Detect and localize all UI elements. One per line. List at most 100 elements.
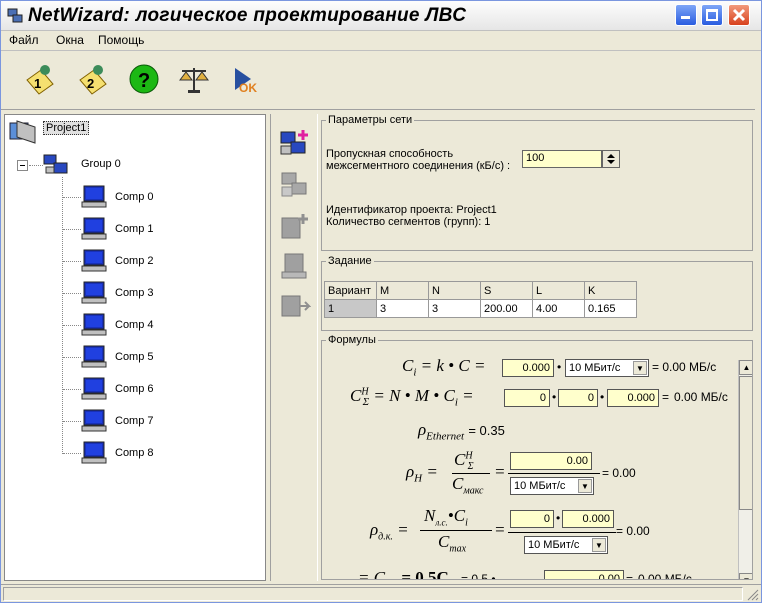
svg-text:1: 1 [34,76,41,91]
app-icon [7,8,23,23]
tree-line-h [63,421,81,422]
rho-n-speed-select[interactable]: 10 МБит/с ▼ [510,477,594,495]
formula-lhs: ρ [418,420,427,439]
table-header-cell: N [428,281,481,300]
tree-project-root[interactable]: Project1 [43,121,90,135]
move-device-button[interactable] [279,290,311,322]
tree-line-h [63,389,81,390]
formula-eq: = [397,520,409,539]
table-cell[interactable]: 3 [376,299,429,318]
bandwidth-spinner[interactable] [602,150,620,168]
ci-result: = 0.00 МБ/с [652,360,717,374]
table-cell[interactable]: 0.165 [584,299,637,318]
formula-sub: i [413,366,417,379]
formula-eq: = 0.35 [468,423,505,438]
add-computer-button[interactable] [279,128,311,160]
formula-den-sub: макс [463,485,484,497]
computer-icon [81,377,107,400]
scroll-down-button[interactable]: ▼ [739,573,752,579]
title-bar: NetWizard: логическое проектирование ЛВС [1,1,761,31]
table-cell[interactable]: 200.00 [480,299,533,318]
formula-num: C [454,450,466,469]
formula-sub: Σ [362,396,370,409]
formula-partial-2: = 0.5C [401,568,449,580]
main-window: NetWizard: логическое проектирование ЛВС… [0,0,762,603]
formula-num-sup: Н [465,450,473,462]
minimize-icon [681,16,690,19]
step-2-button[interactable]: 2 [76,62,110,96]
ci-copy2-input[interactable]: 0.000 [562,510,614,528]
scroll-thumb[interactable] [739,376,752,510]
tree-collapse-toggle[interactable] [17,160,28,171]
formula-den: C [438,532,450,551]
tree-line-h [63,325,81,326]
minus-icon [20,165,25,166]
network-group-button[interactable] [279,170,311,202]
ci-speed-select[interactable]: 10 МБит/с ▼ [565,359,649,377]
formula-eq2: = [494,462,506,481]
balance-scale-icon[interactable] [177,62,211,96]
formula-eq: = k • C = [420,356,486,375]
resize-grip-icon[interactable] [745,587,759,601]
table-cell[interactable]: 1 [324,299,377,318]
tree-group-label[interactable]: Group 0 [81,158,121,170]
chevron-down-icon: ▼ [633,361,647,375]
tree-line-h [63,293,81,294]
formula-rho-ethernet: ρEthernet = 0.35 [418,420,505,442]
table-header-cell: K [584,281,637,300]
formula-sub: д.к. [378,531,393,543]
tree-comp-label: Comp 7 [115,415,154,427]
formula-rho-n: ρН = [406,462,438,484]
bullet-op: • [600,390,605,404]
formula-partial-1: = C [358,568,386,580]
tree-comp-label: Comp 8 [115,447,154,459]
formulas-scrollbar[interactable]: ▲ ▼ [738,360,752,579]
network-params-group: Параметры сети Пропускная способность ме… [321,114,753,251]
table-cell[interactable]: 4.00 [532,299,585,318]
table-row[interactable]: 1 3 3 200.00 4.00 0.165 [324,299,637,318]
formula-sub2: i [454,396,458,409]
rho-n-denominator: Cмакс [452,474,483,496]
minimize-button[interactable] [675,4,697,26]
formula-rho-dk: ρд.к. = [370,520,409,542]
menu-windows[interactable]: Окна [56,33,84,47]
maximize-button[interactable] [701,4,723,26]
formula-ci: Ci = k • C = [402,356,485,378]
formula-num2-sub: i [465,517,468,529]
partial-input[interactable]: 0.00 [544,570,624,579]
rho-dk-result: = 0.00 [616,524,650,538]
device-button[interactable] [279,250,311,282]
step-1-button[interactable]: 1 [23,62,57,96]
bandwidth-input[interactable]: 100 [522,150,602,168]
status-bar [1,584,761,602]
ok-icon[interactable]: OK [229,62,263,96]
table-cell[interactable]: 3 [428,299,481,318]
fraction-bar [420,530,492,531]
table-header-cell: L [532,281,585,300]
ci-copy-input[interactable]: 0.000 [607,389,659,407]
tree-comp-label: Comp 2 [115,255,154,267]
ci-input[interactable]: 0.000 [502,359,554,377]
task-table[interactable]: Вариант M N S L K 1 3 3 200.00 4.00 0.16… [324,281,637,318]
fraction-bar [508,532,616,533]
computer-icon [81,185,107,208]
csum-copy-input[interactable]: 0.00 [510,452,592,470]
help-icon[interactable]: ? [127,62,161,96]
chevron-down-icon: ▼ [743,576,751,579]
project-tree[interactable]: Project1 Group 0 Comp 0 Comp 1 Comp 2 Co… [4,114,266,581]
formula-lhs: ρ [406,462,415,481]
rho-dk-speed-select[interactable]: 10 МБит/с ▼ [524,536,608,554]
menu-bar: Файл Окна Помощь [1,31,761,51]
formula-num-sub: л.с. [435,517,448,528]
nls-input[interactable]: 0 [510,510,554,528]
chevron-down-icon: ▼ [578,479,592,493]
menu-file[interactable]: Файл [9,33,39,47]
n-input[interactable]: 0 [504,389,550,407]
menu-help[interactable]: Помощь [98,33,144,47]
spinner-arrows-icon [607,154,615,164]
m-input[interactable]: 0 [558,389,598,407]
close-button[interactable] [728,4,750,26]
formula-eq: = [426,462,438,481]
scroll-up-button[interactable]: ▲ [739,360,752,375]
add-node-button[interactable] [279,210,311,242]
